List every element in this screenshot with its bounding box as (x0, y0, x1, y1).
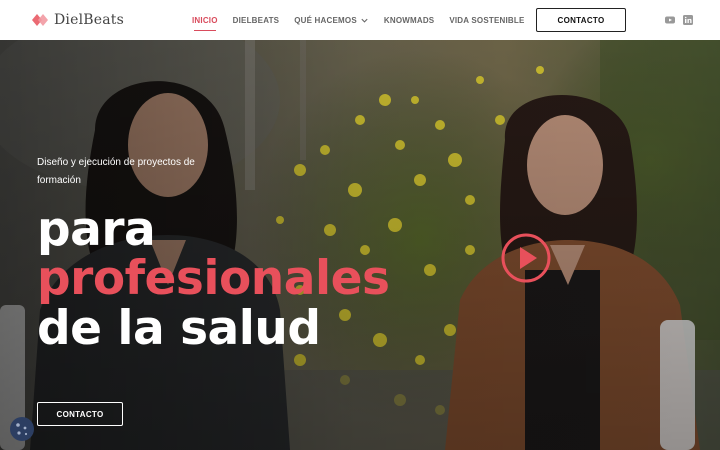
logo-mark-icon (32, 14, 48, 26)
nav-item-label: VIDA SOSTENIBLE (449, 15, 525, 25)
hero-section: Diseño y ejecución de proyectos de forma… (0, 40, 720, 450)
hero-subtitle: Diseño y ejecución de proyectos de forma… (37, 157, 195, 186)
main-nav: INICIO DIELBEATS QUÉ HACEMOS KNOWMADS VI… (192, 0, 540, 40)
play-video-button[interactable] (500, 232, 552, 284)
cookie-settings-icon[interactable] (9, 416, 35, 442)
hero-title-line-3: de la salud (37, 301, 321, 356)
nav-item-dielbeats[interactable]: DIELBEATS (233, 16, 280, 25)
linkedin-icon[interactable] (683, 15, 693, 25)
hero-title-line-1: para (37, 202, 156, 257)
site-header: DielBeats INICIO DIELBEATS QUÉ HACEMOS K… (0, 0, 720, 40)
youtube-icon[interactable] (665, 15, 675, 25)
nav-item-vida-sostenible[interactable]: VIDA SOSTENIBLE (449, 16, 524, 25)
header-contact-button[interactable]: CONTACTO (536, 8, 626, 32)
logo[interactable]: DielBeats (32, 11, 124, 29)
nav-item-label: INICIO (192, 15, 218, 25)
nav-item-label: KNOWMADS (383, 15, 435, 25)
nav-item-label: DIELBEATS (232, 15, 280, 25)
nav-item-label: QUÉ HACEMOS (294, 15, 357, 25)
nav-item-que-hacemos[interactable]: QUÉ HACEMOS (294, 16, 369, 25)
hero-title-line-2: profesionales (37, 251, 390, 306)
nav-item-knowmads[interactable]: KNOWMADS (384, 16, 434, 25)
logo-text: DielBeats (54, 12, 124, 28)
chevron-down-icon (361, 18, 368, 23)
nav-item-inicio[interactable]: INICIO (192, 15, 218, 31)
hero-contact-button[interactable]: CONTACTO (37, 402, 123, 426)
